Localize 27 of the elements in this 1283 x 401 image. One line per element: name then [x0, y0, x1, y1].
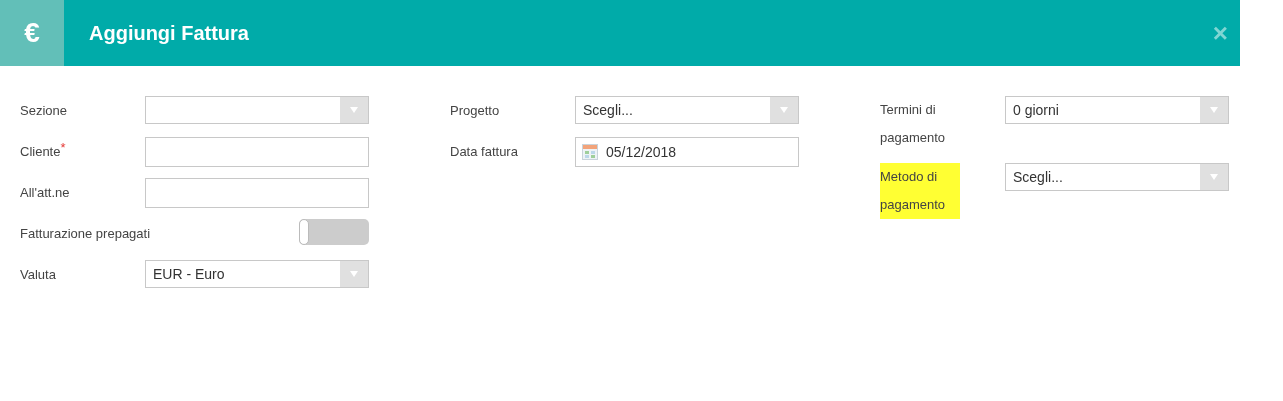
- caret-icon: [1210, 174, 1218, 180]
- select-field[interactable]: [145, 96, 369, 124]
- euro-icon: €: [24, 12, 40, 54]
- field-label: Fatturazione prepagati: [20, 225, 151, 243]
- field-label: Sezione: [20, 102, 67, 120]
- caret-icon: [350, 107, 358, 113]
- toggle-switch[interactable]: [299, 219, 369, 245]
- caret-icon: [1210, 107, 1218, 113]
- date-field[interactable]: 05/12/2018: [575, 137, 799, 167]
- field-label: Progetto: [450, 102, 500, 120]
- field-label: Termini di pagamento: [880, 101, 947, 147]
- caret-icon: [780, 107, 788, 113]
- field-label: Valuta: [20, 266, 56, 284]
- field-label: All'att.ne: [20, 184, 70, 202]
- input-field[interactable]: [145, 137, 369, 167]
- field-label: Data fattura: [450, 143, 518, 161]
- calendar-icon: [582, 144, 598, 160]
- field-label: Cliente: [20, 143, 61, 161]
- input-field[interactable]: [145, 178, 369, 208]
- field-label: Metodo di pagamento: [880, 163, 960, 219]
- select-field[interactable]: 0 giorni: [1005, 96, 1229, 124]
- required-asterisk: *: [60, 139, 66, 157]
- select-field[interactable]: Scegli...: [575, 96, 799, 124]
- select-field[interactable]: Scegli...: [1005, 163, 1229, 191]
- caret-icon: [350, 271, 358, 277]
- select-field[interactable]: EUR - Euro: [145, 260, 369, 288]
- dialog-title: Aggiungi Fattura: [89, 21, 249, 46]
